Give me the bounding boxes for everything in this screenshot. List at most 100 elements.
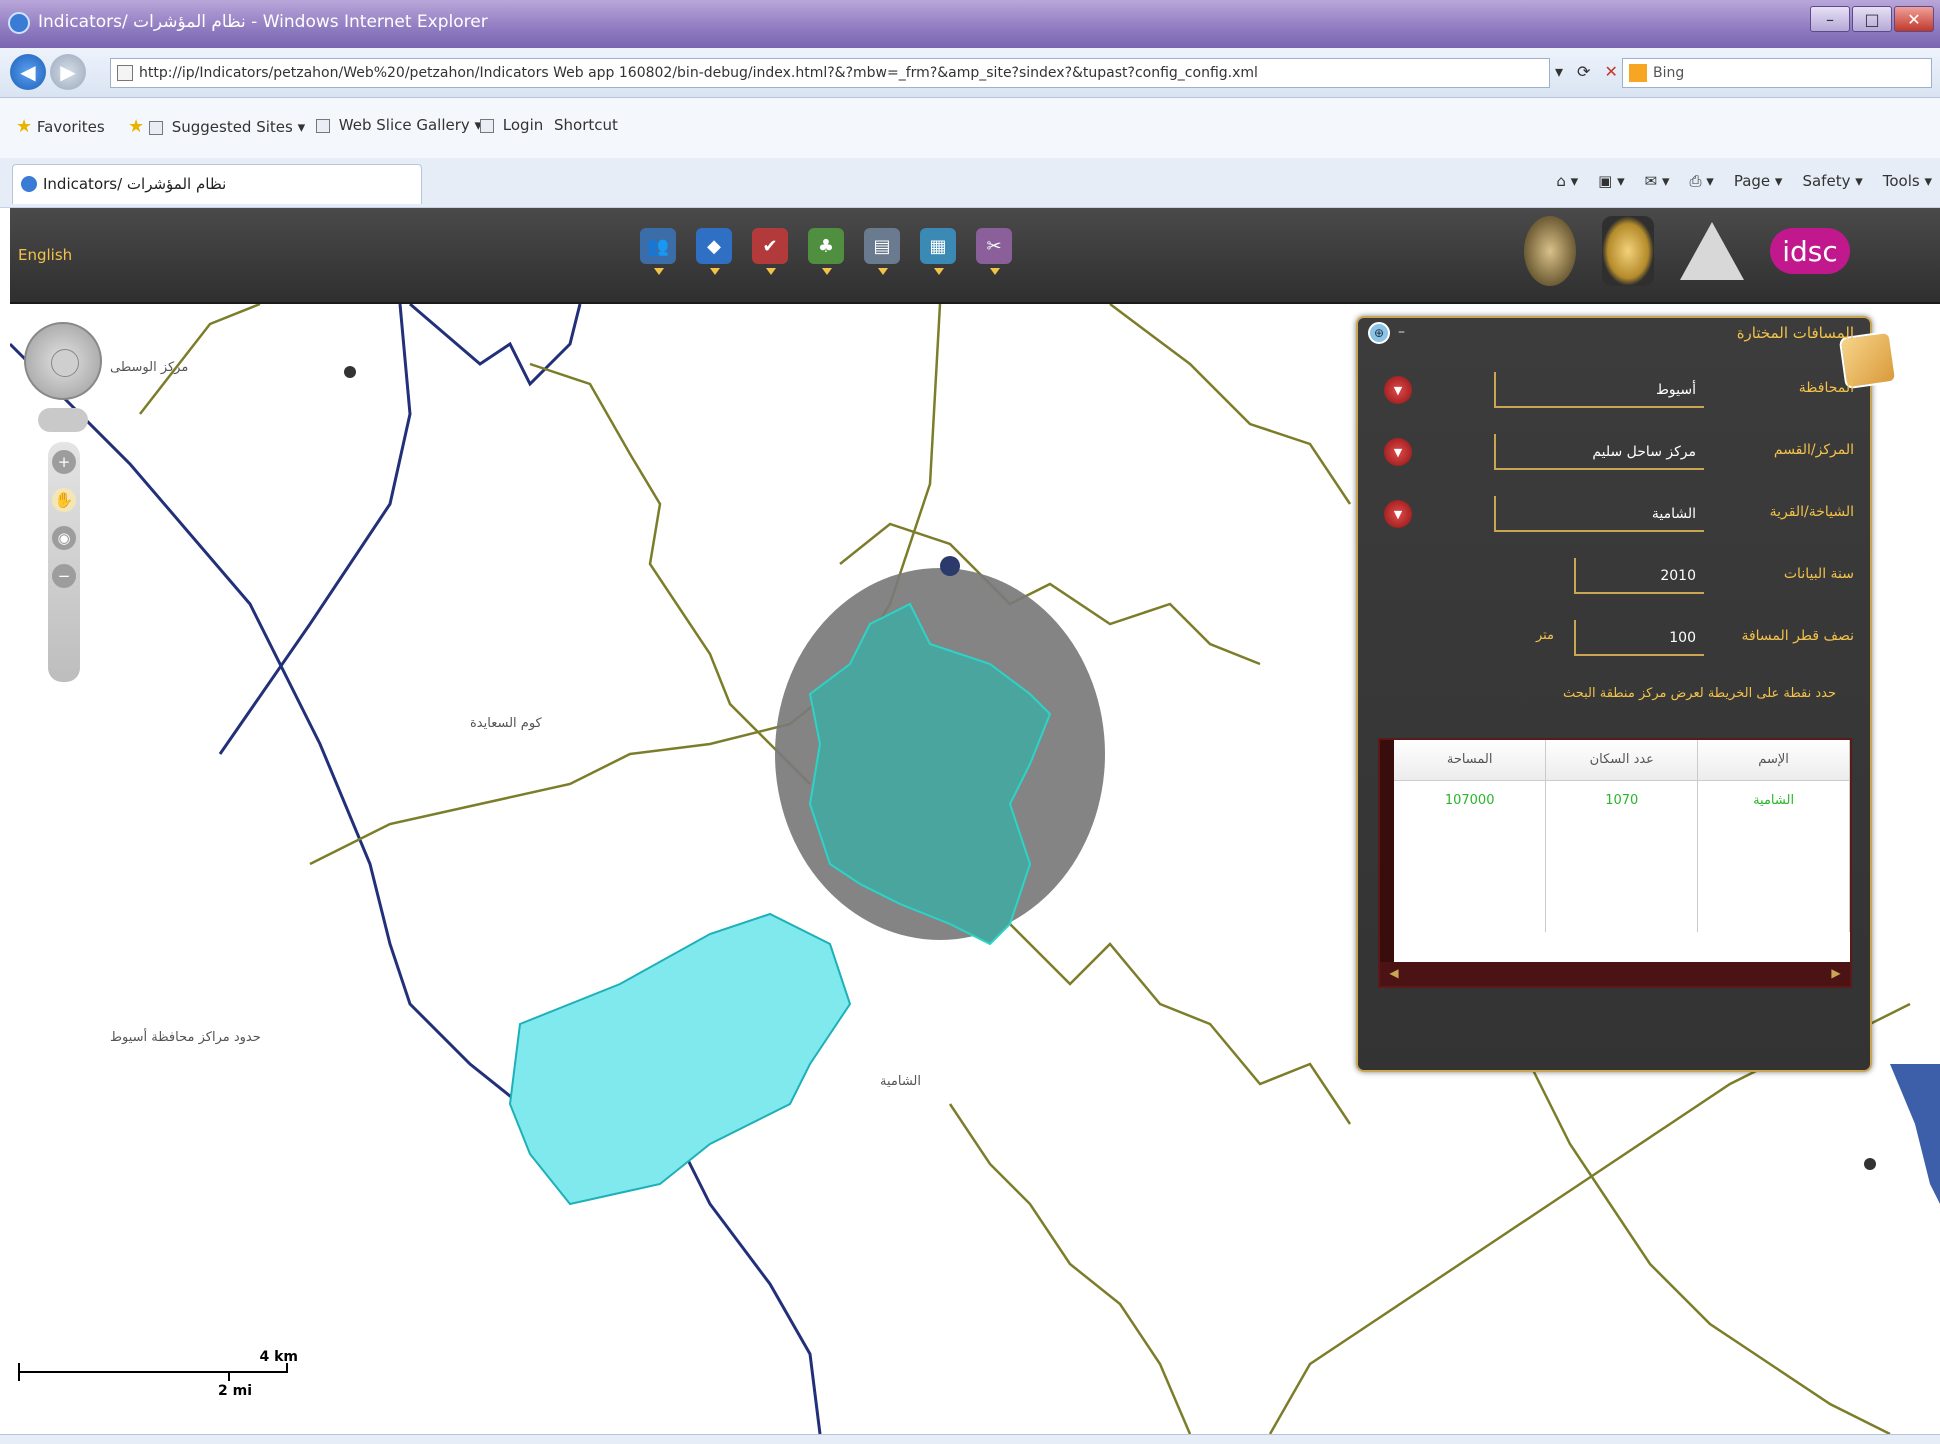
table-row bbox=[1394, 820, 1850, 876]
tab-indicators[interactable]: Indicators/ نظام المؤشرات bbox=[12, 164, 422, 204]
village-select[interactable]: الشامية bbox=[1494, 496, 1704, 532]
chevron-down-icon[interactable]: ▼ bbox=[1384, 376, 1412, 404]
column-header-population[interactable]: عدد السكان bbox=[1545, 740, 1699, 781]
back-button[interactable]: ◀ bbox=[10, 54, 46, 90]
document-tool-button[interactable]: ▤ bbox=[864, 228, 902, 280]
year-label: سنة البيانات bbox=[1783, 566, 1854, 582]
star-icon: ★ bbox=[16, 116, 33, 137]
cube-icon: ◆ bbox=[696, 228, 732, 264]
zoom-out-icon[interactable]: − bbox=[52, 564, 76, 588]
url-tools: ▾ ⟳ ✕ bbox=[1555, 62, 1618, 81]
full-extent-icon[interactable] bbox=[51, 349, 79, 377]
app-toolbar: English 👥 ◆ ✔ ♣ ▤ ▦ ✂ idsc bbox=[10, 208, 1940, 304]
login-link[interactable]: Login bbox=[480, 116, 543, 134]
governorate-select[interactable]: أسيوط bbox=[1494, 372, 1704, 408]
ie-page-icon bbox=[21, 176, 37, 192]
language-switch-link[interactable]: English bbox=[18, 246, 72, 264]
column-header-area[interactable]: المساحة bbox=[1394, 740, 1547, 781]
url-input[interactable]: http://ip/Indicators/petzahon/Web%20/pet… bbox=[110, 58, 1550, 88]
print-icon[interactable]: ⎙ ▾ bbox=[1690, 172, 1714, 190]
radius-input[interactable]: 100 bbox=[1574, 620, 1704, 656]
pin-icon[interactable]: ⊕ bbox=[1368, 322, 1390, 344]
governorate-row: المحافظة أسيوط ▼ bbox=[1370, 372, 1854, 412]
favorites-button[interactable]: ★ Favorites bbox=[16, 116, 105, 137]
tools-tool-button[interactable]: ✂ bbox=[976, 228, 1014, 280]
users-icon: 👥 bbox=[640, 228, 676, 264]
refresh-icon[interactable]: ⟳ bbox=[1577, 62, 1590, 81]
safety-menu[interactable]: Safety ▾ bbox=[1802, 172, 1862, 190]
close-button[interactable]: ✕ bbox=[1894, 6, 1934, 32]
analysis-tool-button[interactable]: ♣ bbox=[808, 228, 846, 280]
district-select[interactable]: مركز ساحل سليم bbox=[1494, 434, 1704, 470]
zoom-in-icon[interactable]: + bbox=[52, 450, 76, 474]
shortcut-link[interactable]: Shortcut bbox=[554, 116, 618, 134]
home-icon[interactable]: ⌂ ▾ bbox=[1556, 172, 1578, 190]
window-controls: – □ ✕ bbox=[1810, 6, 1934, 32]
search-input[interactable]: Bing bbox=[1622, 58, 1932, 88]
bing-icon bbox=[1629, 64, 1647, 82]
zoom-slider[interactable]: + ✋ ◉ − bbox=[48, 442, 80, 682]
year-row: سنة البيانات 2010 bbox=[1370, 558, 1854, 598]
page-icon bbox=[117, 65, 133, 81]
chevron-down-icon[interactable]: ▼ bbox=[1384, 438, 1412, 466]
layers-tool-button[interactable]: ◆ bbox=[696, 228, 734, 280]
pan-control[interactable] bbox=[24, 322, 102, 400]
boundary-line bbox=[668, 1123, 822, 1434]
horizontal-scrollbar[interactable]: ◀ ▶ bbox=[1380, 962, 1850, 986]
tools-menu[interactable]: Tools ▾ bbox=[1883, 172, 1932, 190]
table-row[interactable]: الشامية 1070 107000 bbox=[1394, 780, 1850, 820]
tab-bar: Indicators/ نظام المؤشرات ⌂ ▾ ▣ ▾ ✉ ▾ ⎙ … bbox=[0, 158, 1940, 208]
year-input[interactable]: 2010 bbox=[1574, 558, 1704, 594]
map-icon: ▦ bbox=[920, 228, 956, 264]
url-text: http://ip/Indicators/petzahon/Web%20/pet… bbox=[139, 65, 1258, 81]
maximize-button[interactable]: □ bbox=[1852, 6, 1892, 32]
checklist-tool-button[interactable]: ✔ bbox=[752, 228, 790, 280]
chevron-down-icon[interactable]: ▼ bbox=[1384, 500, 1412, 528]
table-row bbox=[1394, 876, 1850, 932]
rotate-control[interactable] bbox=[38, 408, 88, 432]
suggested-sites-link[interactable]: ★ Suggested Sites ▾ bbox=[128, 116, 305, 137]
selected-district-area bbox=[508, 912, 852, 1206]
poi-marker-icon bbox=[344, 366, 356, 378]
instruction-note: حدد نقطة على الخريطة لعرض مركز منطقة الب… bbox=[1562, 686, 1836, 701]
tree-icon: ♣ bbox=[808, 228, 844, 264]
web-slice-gallery-link[interactable]: Web Slice Gallery ▾ bbox=[316, 116, 482, 134]
favicon-icon bbox=[148, 120, 163, 135]
boundary-line bbox=[218, 304, 412, 755]
scale-tick bbox=[18, 1363, 20, 1381]
radius-unit: متر bbox=[1535, 628, 1554, 643]
document-icon: ▤ bbox=[864, 228, 900, 264]
users-tool-button[interactable]: 👥 bbox=[640, 228, 678, 280]
table-cell: 1070 bbox=[1545, 780, 1699, 820]
command-bar: ⌂ ▾ ▣ ▾ ✉ ▾ ⎙ ▾ Page ▾ Safety ▾ Tools ▾ bbox=[1556, 172, 1932, 190]
page-menu[interactable]: Page ▾ bbox=[1734, 172, 1783, 190]
favorites-bar: ★ Favorites ★ Suggested Sites ▾ Web Slic… bbox=[0, 98, 1940, 158]
district-line bbox=[139, 304, 261, 415]
feeds-icon[interactable]: ▣ ▾ bbox=[1598, 172, 1624, 190]
scale-bar: 4 km 2 mi bbox=[18, 1349, 298, 1409]
scroll-right-icon[interactable]: ▶ bbox=[1828, 966, 1844, 982]
ministry-seal-logo bbox=[1524, 216, 1576, 286]
tool-buttons: 👥 ◆ ✔ ♣ ▤ ▦ ✂ bbox=[640, 228, 1014, 280]
minimize-button[interactable]: – bbox=[1810, 6, 1850, 32]
pan-hand-icon[interactable]: ✋ bbox=[52, 488, 76, 512]
district-line bbox=[948, 1103, 1192, 1434]
stop-icon[interactable]: ✕ bbox=[1604, 62, 1617, 81]
forward-button[interactable]: ▶ bbox=[50, 54, 86, 90]
web-slice-icon bbox=[316, 118, 330, 133]
minimize-panel-button[interactable]: – bbox=[1398, 324, 1405, 340]
arrow-left-icon: ◀ bbox=[20, 60, 36, 84]
search-placeholder: Bing bbox=[1653, 65, 1685, 81]
scroll-left-icon[interactable]: ◀ bbox=[1386, 966, 1402, 982]
district-label: المركز/القسم bbox=[1773, 442, 1854, 458]
district-line bbox=[529, 362, 811, 785]
wrench-icon: ✂ bbox=[976, 228, 1012, 264]
mail-icon[interactable]: ✉ ▾ bbox=[1645, 172, 1670, 190]
navigation-widget: + ✋ ◉ − bbox=[24, 322, 104, 702]
egypt-eagle-logo bbox=[1602, 216, 1654, 286]
dropdown-icon[interactable]: ▾ bbox=[1555, 62, 1563, 81]
map-tool-button[interactable]: ▦ bbox=[920, 228, 958, 280]
zoom-level-icon[interactable]: ◉ bbox=[52, 526, 76, 550]
column-header-name[interactable]: الإسم bbox=[1697, 740, 1850, 781]
status-bar bbox=[0, 1434, 1940, 1444]
